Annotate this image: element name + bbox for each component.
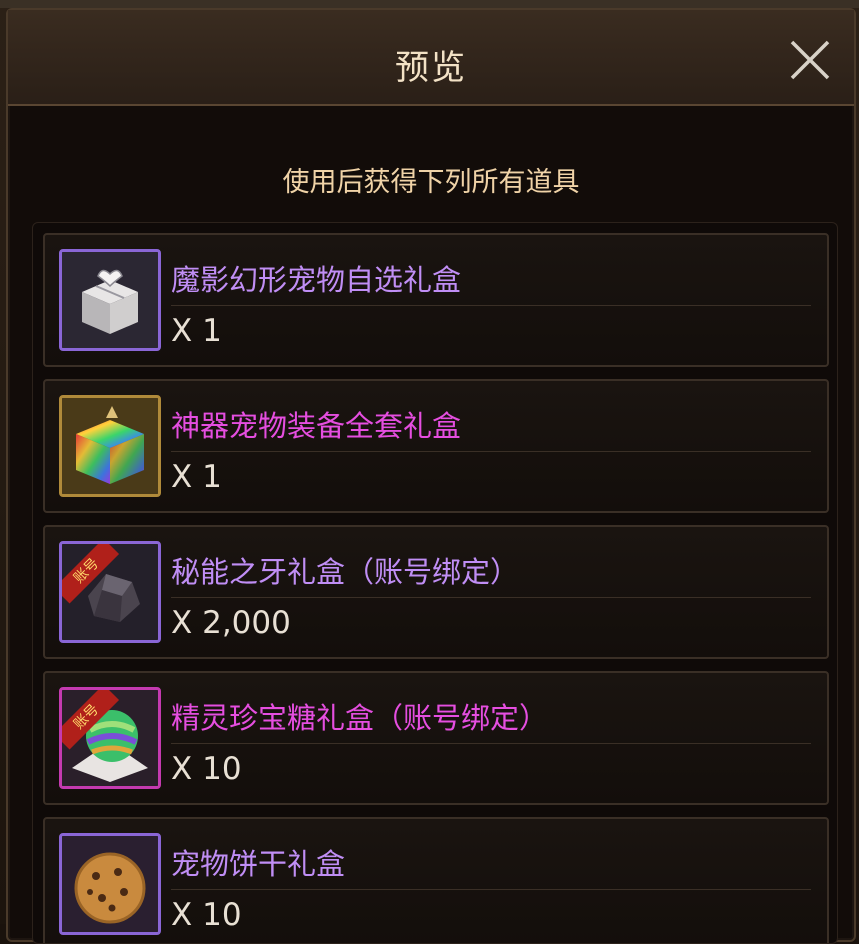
list-item[interactable]: 魔影幻形宠物自选礼盒 X 1 [43, 233, 829, 367]
candy-icon[interactable]: 账号 [59, 687, 161, 789]
close-button[interactable] [788, 38, 832, 82]
dialog-title: 预览 [395, 48, 467, 88]
item-quantity: X 2,000 [171, 605, 291, 641]
list-item[interactable]: 账号 秘能之牙礼盒（账号绑定） X 2,000 [43, 525, 829, 659]
reward-list[interactable]: 魔影幻形宠物自选礼盒 X 1 神器宠物装备全套礼盒 X 1 账号 秘能之牙礼盒（… [32, 222, 838, 944]
item-quantity: X 10 [171, 751, 242, 787]
cookie-icon[interactable] [59, 833, 161, 935]
silver-gift-box-icon[interactable] [59, 249, 161, 351]
rainbow-chest-icon[interactable] [59, 395, 161, 497]
item-quantity: X 1 [171, 459, 222, 495]
item-name: 宠物饼干礼盒 [171, 847, 346, 881]
item-quantity: X 10 [171, 897, 242, 933]
item-name: 魔影幻形宠物自选礼盒 [171, 263, 462, 297]
dialog-header: 预览 [8, 10, 854, 106]
row-divider [171, 597, 811, 598]
dialog-subtitle: 使用后获得下列所有道具 [282, 167, 580, 198]
close-icon [790, 40, 830, 80]
tooth-stone-icon[interactable]: 账号 [59, 541, 161, 643]
item-name: 精灵珍宝糖礼盒（账号绑定） [171, 701, 549, 735]
preview-dialog: 预览 使用后获得下列所有道具 魔影幻形宠物自选礼盒 X 1 神器宠物装备全套礼盒… [6, 8, 856, 944]
row-divider [171, 743, 811, 744]
item-quantity: X 1 [171, 313, 222, 349]
row-divider [171, 451, 811, 452]
top-hud-strip [0, 0, 859, 8]
list-item[interactable]: 神器宠物装备全套礼盒 X 1 [43, 379, 829, 513]
item-name: 秘能之牙礼盒（账号绑定） [171, 555, 520, 589]
row-divider [171, 889, 811, 890]
row-divider [171, 305, 811, 306]
list-item[interactable]: 宠物饼干礼盒 X 10 [43, 817, 829, 943]
item-name: 神器宠物装备全套礼盒 [171, 409, 462, 443]
list-item[interactable]: 账号 精灵珍宝糖礼盒（账号绑定） X 10 [43, 671, 829, 805]
